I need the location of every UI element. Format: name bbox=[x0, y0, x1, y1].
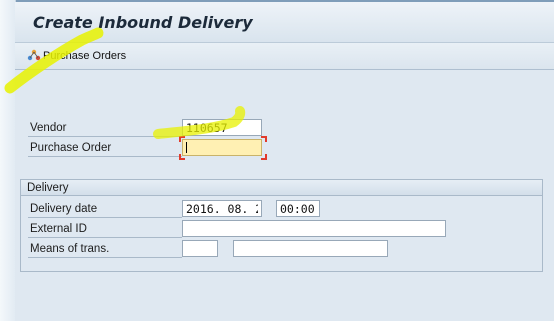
vendor-field[interactable] bbox=[182, 119, 262, 136]
purchase-order-label: Purchase Order bbox=[28, 140, 182, 157]
page-title: Create Inbound Delivery bbox=[33, 13, 253, 32]
external-id-field[interactable] bbox=[182, 220, 446, 237]
delivery-date-label: Delivery date bbox=[28, 201, 182, 218]
required-corner-mark bbox=[261, 154, 267, 160]
delivery-group-title: Delivery bbox=[21, 180, 542, 196]
external-id-label: External ID bbox=[28, 221, 182, 238]
required-corner-mark bbox=[179, 154, 185, 160]
vendor-label: Vendor bbox=[28, 120, 182, 137]
left-frame-edge bbox=[0, 0, 16, 321]
delivery-date-field[interactable] bbox=[182, 200, 262, 217]
title-bar: Create Inbound Delivery bbox=[15, 2, 554, 43]
purchase-orders-label: Purchase Orders bbox=[43, 50, 127, 62]
delivery-time-field[interactable] bbox=[276, 200, 320, 217]
means-of-trans-id-field[interactable] bbox=[233, 240, 388, 257]
purchase-order-field[interactable] bbox=[182, 139, 262, 156]
purchase-orders-button[interactable]: Purchase Orders bbox=[27, 47, 126, 65]
text-cursor bbox=[186, 142, 187, 153]
application-toolbar: Purchase Orders bbox=[15, 43, 554, 70]
required-corner-mark bbox=[261, 136, 267, 142]
means-of-trans-type-field[interactable] bbox=[182, 240, 218, 257]
means-of-trans-label: Means of trans. bbox=[28, 241, 182, 258]
purchase-orders-icon bbox=[27, 49, 41, 61]
required-corner-mark bbox=[179, 136, 185, 142]
